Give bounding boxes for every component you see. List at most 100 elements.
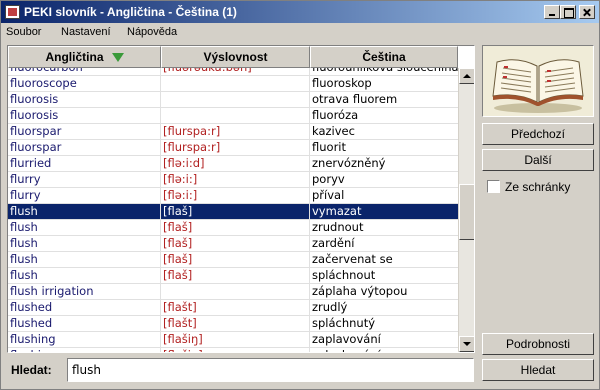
sort-arrow-icon [111, 53, 124, 62]
cell-czech: kazivec [312, 124, 355, 138]
cell-pronunciation: [flurspa:r] [161, 140, 310, 156]
table-row[interactable]: flurry [flə:i:] poryv [8, 172, 458, 188]
table-row[interactable]: fluorspar [flurspa:r] kazivec [8, 124, 458, 140]
search-button[interactable]: Hledat [482, 359, 594, 381]
book-icon [482, 45, 594, 117]
cell-pronunciation: [flašt] [161, 316, 310, 332]
cell-czech: vymazat [312, 204, 362, 218]
cell-pronunciation: [flaš] [161, 252, 310, 268]
cell-english: flurry [8, 188, 161, 204]
cell-pronunciation: [flə:i:] [161, 188, 310, 204]
cell-pronunciation: [flaš] [161, 236, 310, 252]
app-window: PEKI slovník - Angličtina - Čeština (1) … [0, 0, 600, 390]
table-row[interactable]: fluorspar [flurspa:r] fluorit [8, 140, 458, 156]
column-header-label: Angličtina [45, 50, 104, 64]
title-bar[interactable]: PEKI slovník - Angličtina - Čeština (1) [1, 1, 599, 23]
cell-pronunciation: [flurspa:r] [161, 124, 310, 140]
table-row[interactable]: flush [flaš] zardění [8, 236, 458, 252]
cell-czech: fluoroskop [312, 76, 372, 90]
search-input[interactable] [67, 358, 474, 382]
scroll-down-button[interactable] [459, 336, 474, 352]
cell-english: flush irrigation [8, 284, 161, 300]
table-row[interactable]: flush [flaš] začervenat se [8, 252, 458, 268]
table-row[interactable]: flushing [flašiŋ] zaplavování [8, 332, 458, 348]
table-row[interactable]: flushing[flašiŋ]splachování [8, 348, 458, 352]
cell-czech: splachování [310, 348, 458, 352]
menu-soubor[interactable]: Soubor [6, 26, 41, 38]
arrow-down-icon [463, 342, 471, 346]
cell-pronunciation [161, 284, 310, 300]
next-button[interactable]: Další [482, 149, 594, 171]
cell-czech: otrava fluorem [312, 92, 398, 106]
cell-english: flushed [8, 316, 161, 332]
cell-czech: fluoróza [312, 108, 359, 122]
cell-czech: spláchnutý [312, 316, 376, 330]
dictionary-table: Angličtina Výslovnost Čeština fluorocarb… [7, 45, 475, 353]
table-body: fluorocarbon[fluərəuka:bən]fluorouhlíkov… [8, 68, 458, 352]
cell-czech: fluorouhlíková sloučenina [310, 68, 458, 76]
cell-english: flush [8, 252, 161, 268]
cell-english: fluorosis [8, 108, 161, 124]
column-header-label: Výslovnost [203, 50, 268, 64]
minimize-icon[interactable] [544, 5, 560, 19]
cell-pronunciation [161, 108, 310, 124]
table-row[interactable]: flushed [flašt] spláchnutý [8, 316, 458, 332]
details-button[interactable]: Podrobnosti [482, 333, 594, 355]
column-header-english[interactable]: Angličtina [8, 46, 161, 68]
app-icon [5, 5, 20, 19]
arrow-up-icon [463, 74, 471, 78]
cell-czech: fluorit [312, 140, 347, 154]
cell-czech: poryv [312, 172, 345, 186]
cell-pronunciation: [flə:i:] [161, 172, 310, 188]
cell-english: flurried [8, 156, 161, 172]
cell-pronunciation: [flašiŋ] [161, 348, 310, 352]
cell-czech: zaplavování [312, 332, 381, 346]
scroll-up-button[interactable] [459, 68, 474, 84]
column-header-pronunciation[interactable]: Výslovnost [161, 46, 310, 68]
checkbox-box[interactable] [487, 180, 500, 193]
table-header: Angličtina Výslovnost Čeština [8, 46, 458, 68]
cell-english: flush [8, 236, 161, 252]
cell-pronunciation: [flə:i:d] [161, 156, 310, 172]
search-label: Hledat: [11, 363, 52, 377]
clipboard-checkbox-label: Ze schránky [505, 180, 571, 194]
cell-english: fluorocarbon [8, 68, 161, 76]
table-row[interactable]: flurry [flə:i:] příval [8, 188, 458, 204]
menu-nastaveni[interactable]: Nastavení [61, 26, 111, 38]
table-row[interactable]: fluorocarbon[fluərəuka:bən]fluorouhlíkov… [8, 68, 458, 76]
cell-pronunciation: [flašiŋ] [161, 332, 310, 348]
cell-english: fluorosis [8, 92, 161, 108]
table-row[interactable]: flush [flaš] vymazat [8, 204, 458, 220]
column-header-czech[interactable]: Čeština [310, 46, 458, 68]
cell-english: fluorspar [8, 140, 161, 156]
cell-czech: zrudnout [312, 220, 364, 234]
table-row[interactable]: fluorosis fluoróza [8, 108, 458, 124]
table-row[interactable]: fluorosis otrava fluorem [8, 92, 458, 108]
cell-pronunciation [161, 76, 310, 92]
table-row[interactable]: fluoroscope fluoroskop [8, 76, 458, 92]
maximize-icon[interactable] [560, 5, 576, 19]
cell-czech: zrudlý [312, 300, 348, 314]
table-row[interactable]: flush [flaš] spláchnout [8, 268, 458, 284]
table-row[interactable]: flurried [flə:i:d] znervózněný [8, 156, 458, 172]
scroll-thumb[interactable] [459, 184, 474, 240]
cell-pronunciation: [flašt] [161, 300, 310, 316]
cell-czech: začervenat se [312, 252, 393, 266]
table-row[interactable]: flush irrigation záplaha výtopou [8, 284, 458, 300]
cell-english: fluoroscope [8, 76, 161, 92]
cell-czech: záplaha výtopou [312, 284, 408, 298]
vertical-scrollbar[interactable] [458, 68, 474, 352]
cell-english: flurry [8, 172, 161, 188]
cell-czech: znervózněný [312, 156, 386, 170]
cell-pronunciation: [fluərəuka:bən] [161, 68, 310, 76]
previous-button[interactable]: Předchozí [482, 123, 594, 145]
cell-english: flushing [8, 332, 161, 348]
close-icon[interactable] [579, 5, 595, 19]
table-row[interactable]: flush [flaš] zrudnout [8, 220, 458, 236]
cell-pronunciation [161, 92, 310, 108]
cell-pronunciation: [flaš] [161, 220, 310, 236]
table-row[interactable]: flushed [flašt] zrudlý [8, 300, 458, 316]
cell-czech: příval [312, 188, 345, 202]
menu-napoveda[interactable]: Nápověda [127, 26, 177, 38]
cell-english: flush [8, 204, 161, 220]
